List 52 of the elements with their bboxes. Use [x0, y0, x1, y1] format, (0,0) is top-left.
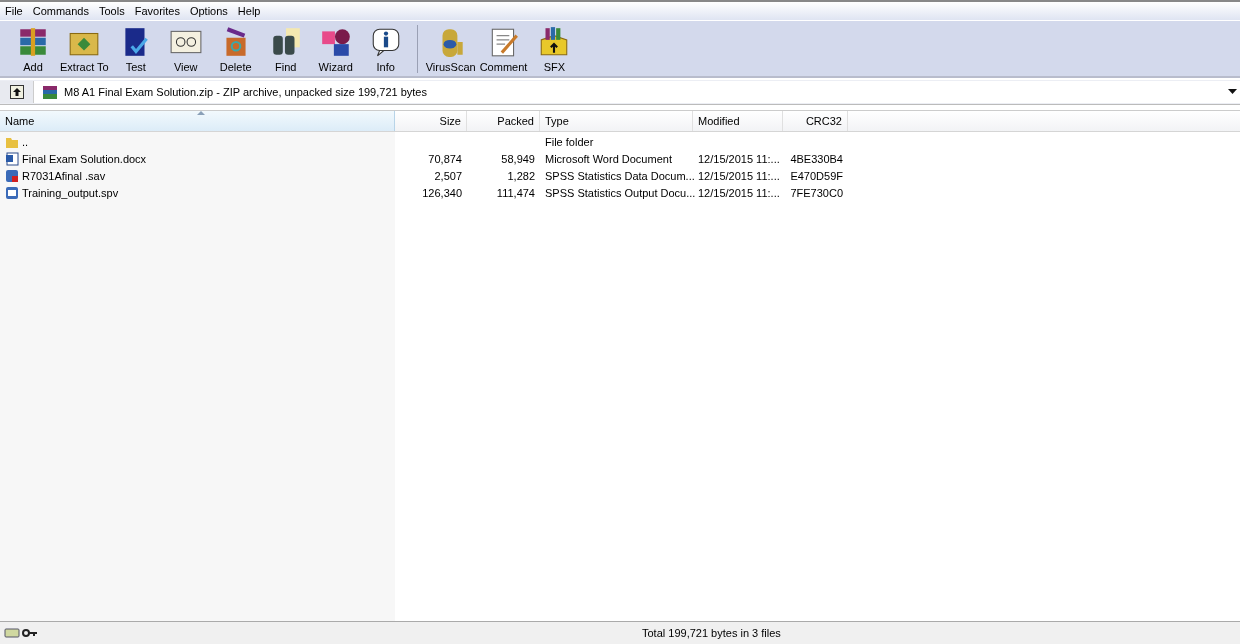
- toolbar-button[interactable]: Find: [260, 24, 311, 73]
- toolbar-button[interactable]: Wizard: [310, 24, 361, 73]
- column-header[interactable]: Size: [395, 111, 467, 131]
- table-cell: 126,340: [422, 186, 462, 199]
- menu-item[interactable]: File: [0, 5, 28, 17]
- file-name[interactable]: Training_output.spv: [22, 186, 119, 199]
- menu-item[interactable]: Options: [184, 5, 233, 17]
- toolbar-button[interactable]: Delete: [210, 24, 261, 73]
- table-cell: 1,282: [507, 169, 535, 182]
- sort-arrow-icon: [197, 111, 205, 115]
- menu-item[interactable]: Favorites: [129, 5, 185, 17]
- up-button[interactable]: [0, 81, 34, 103]
- table-cell: 12/15/2015 11:...: [698, 152, 780, 165]
- table-cell: File folder: [545, 135, 594, 148]
- toolbar-button[interactable]: Extract To: [58, 24, 111, 73]
- dropdown-arrow-icon[interactable]: [1228, 89, 1237, 95]
- table-cell: 111,474: [496, 186, 535, 199]
- drive-and-key-icon: [4, 627, 38, 639]
- column-header[interactable]: Name: [0, 111, 395, 131]
- toolbar-button[interactable]: SFX: [529, 24, 580, 73]
- table-cell: SPSS Statistics Output Docu...: [545, 186, 696, 199]
- table-cell: Microsoft Word Document: [545, 152, 672, 165]
- table-cell: 4BE330B4: [790, 152, 843, 165]
- table-cell: 7FE730C0: [790, 186, 843, 199]
- toolbar-button[interactable]: Add: [8, 24, 58, 73]
- up-arrow-icon: [9, 85, 24, 99]
- column-header[interactable]: Type: [540, 111, 693, 131]
- file-name[interactable]: R7031Afinal .sav: [22, 169, 106, 182]
- toolbar-button[interactable]: Test: [110, 24, 161, 73]
- menu-item[interactable]: Tools: [94, 5, 130, 17]
- table-cell: SPSS Statistics Data Docum...: [545, 169, 695, 182]
- menu-item[interactable]: Help: [232, 5, 266, 17]
- document-icon: [5, 151, 19, 166]
- path-field[interactable]: M8 A1 Final Exam Solution.zip - ZIP archive, unpacked size 199,721 bytes: [34, 81, 1240, 103]
- menu-item[interactable]: Commands: [27, 5, 94, 17]
- column-header[interactable]: Packed: [467, 111, 540, 131]
- column-header[interactable]: CRC32: [783, 111, 848, 131]
- table-cell: 12/15/2015 11:...: [698, 186, 780, 199]
- toolbar-button[interactable]: Comment: [477, 24, 530, 73]
- status-text: Total 199,721 bytes in 3 files: [642, 627, 781, 639]
- table-cell: 2,507: [434, 169, 462, 182]
- toolbar-button[interactable]: Info: [360, 24, 411, 73]
- toolbar-button[interactable]: VirusScan: [423, 24, 478, 73]
- table-cell: 58,949: [501, 152, 535, 165]
- toolbar-button[interactable]: View: [160, 24, 211, 73]
- column-header[interactable]: Modified: [693, 111, 783, 131]
- file-name[interactable]: ..: [22, 135, 29, 148]
- table-cell: 70,874: [428, 152, 462, 165]
- archive-icon: [42, 84, 58, 100]
- table-cell: E470D59F: [790, 169, 843, 182]
- table-cell: 12/15/2015 11:...: [698, 169, 780, 182]
- file-name[interactable]: Final Exam Solution.docx: [22, 152, 147, 165]
